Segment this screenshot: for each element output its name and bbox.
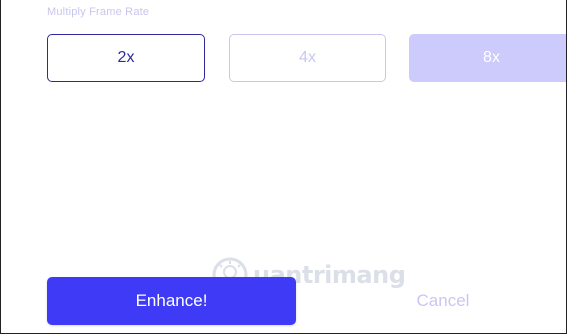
enhance-button[interactable]: Enhance! — [47, 277, 296, 325]
rate-option-8x[interactable]: 8x — [409, 34, 566, 82]
rate-option-2x[interactable]: 2x — [47, 34, 205, 82]
cancel-button[interactable]: Cancel — [393, 277, 493, 325]
frame-rate-panel: Multiply Frame Rate 2x 4x 8x uantrimang … — [0, 0, 567, 334]
multiply-frame-rate-label: Multiply Frame Rate — [47, 6, 150, 18]
rate-option-4x[interactable]: 4x — [229, 34, 386, 82]
